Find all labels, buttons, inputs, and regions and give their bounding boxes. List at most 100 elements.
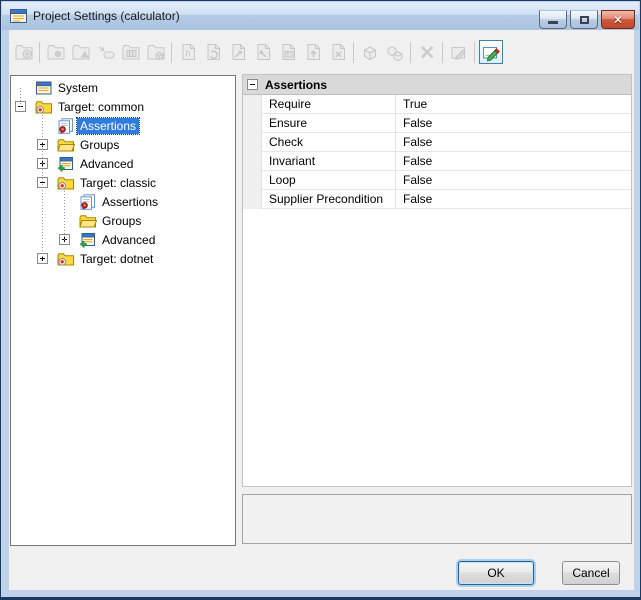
system-icon — [35, 80, 53, 96]
advanced-icon — [79, 232, 97, 248]
collapse-section-icon[interactable] — [247, 79, 258, 90]
toolbar-separator — [474, 42, 475, 63]
new-assembly-button — [94, 40, 118, 64]
tree-item-label: Target: classic — [77, 175, 159, 191]
ok-button[interactable]: OK — [458, 561, 534, 585]
add-external-include-button: h — [176, 40, 200, 64]
add-external-object-icon — [227, 41, 249, 63]
property-row-gutter — [243, 95, 262, 114]
tree-item-label: Groups — [77, 137, 122, 153]
project-settings-dialog: Project Settings (calculator) ✕ h System… — [0, 0, 641, 600]
add-external-cflag-button — [201, 40, 225, 64]
add-external-cflag-icon — [202, 41, 224, 63]
settings-toolbar: h — [11, 39, 503, 65]
property-value[interactable]: False — [396, 152, 631, 171]
add-pre-compilation-task-button — [358, 40, 382, 64]
tree-item-label: Target: dotnet — [77, 251, 156, 267]
tree-item-groups[interactable]: Groups — [11, 211, 235, 230]
add-external-library-icon — [252, 41, 274, 63]
property-row-ensure: EnsureFalse — [243, 114, 631, 133]
remove-item-icon — [416, 41, 438, 63]
tree-item-target-dotnet[interactable]: Target: dotnet — [11, 249, 235, 268]
property-value[interactable]: False — [396, 133, 631, 152]
property-row-gutter — [243, 190, 262, 209]
tree-item-assertions[interactable]: Assertions — [11, 192, 235, 211]
property-value[interactable]: False — [396, 190, 631, 209]
maximize-button[interactable] — [570, 10, 598, 29]
tree-connector-line — [64, 191, 65, 240]
new-target-icon — [45, 41, 67, 63]
add-external-resource-button — [276, 40, 300, 64]
title-bar[interactable]: Project Settings (calculator) ✕ — [2, 2, 639, 30]
property-section-title: Assertions — [265, 78, 327, 92]
tree-connector-line — [42, 115, 43, 259]
property-value[interactable]: True — [396, 95, 631, 114]
edit-settings-icon — [448, 41, 470, 63]
window-frame-bottom — [1, 597, 640, 599]
window-title: Project Settings (calculator) — [33, 9, 180, 23]
new-assembly-icon — [95, 41, 117, 63]
new-target-button — [44, 40, 68, 64]
cancel-button[interactable]: Cancel — [562, 561, 620, 585]
target-icon — [57, 251, 75, 267]
tree-item-assertions[interactable]: Assertions — [11, 116, 235, 135]
tree-item-label: Groups — [99, 213, 144, 229]
tree-item-label: Advanced — [99, 232, 158, 248]
window-controls: ✕ — [536, 10, 635, 29]
property-row-gutter — [243, 171, 262, 190]
new-library-button — [119, 40, 143, 64]
svg-text:h: h — [185, 49, 190, 59]
assertions-icon — [57, 118, 75, 134]
property-section-header[interactable]: Assertions — [243, 75, 631, 95]
tree-item-system[interactable]: System — [11, 78, 235, 97]
toolbar-separator — [442, 42, 443, 63]
close-button[interactable]: ✕ — [601, 10, 635, 29]
add-external-include-icon: h — [177, 41, 199, 63]
property-row-require: RequireTrue — [243, 95, 631, 114]
property-row-check: CheckFalse — [243, 133, 631, 152]
new-cluster-icon — [70, 41, 92, 63]
tree-connector-line — [20, 88, 21, 107]
add-external-make-icon — [327, 41, 349, 63]
tree-item-groups[interactable]: Groups — [11, 135, 235, 154]
minimize-button[interactable] — [539, 10, 567, 29]
toggle-text-editing-button[interactable] — [479, 40, 503, 64]
property-value[interactable]: False — [396, 171, 631, 190]
add-external-resource-icon — [277, 41, 299, 63]
property-row-supplier-precondition: Supplier PreconditionFalse — [243, 190, 631, 209]
new-library-icon — [120, 41, 142, 63]
add-external-make-button — [326, 40, 350, 64]
property-value[interactable]: False — [396, 114, 631, 133]
project-settings-icon — [10, 8, 27, 24]
tree-item-advanced[interactable]: Advanced — [11, 154, 235, 173]
tree-item-advanced[interactable]: Advanced — [11, 230, 235, 249]
property-name: Loop — [262, 171, 396, 190]
toolbar-separator — [171, 42, 172, 63]
minimize-icon — [548, 21, 558, 24]
add-external-object-button — [226, 40, 250, 64]
new-precompile-icon — [145, 41, 167, 63]
add-external-linker-flag-button — [301, 40, 325, 64]
target-icon — [57, 175, 75, 191]
add-external-linker-flag-icon — [302, 41, 324, 63]
edit-settings-button — [447, 40, 471, 64]
setting-description-box — [242, 494, 632, 544]
property-rows: RequireTrueEnsureFalseCheckFalseInvarian… — [243, 95, 631, 209]
tree-item-target-common[interactable]: Target: common — [11, 97, 235, 116]
remove-item-button — [415, 40, 439, 64]
settings-tree[interactable]: SystemTarget: commonAssertionsGroupsAdva… — [10, 75, 236, 546]
toolbar-separator — [410, 42, 411, 63]
new-precompile-button — [144, 40, 168, 64]
property-grid: Assertions RequireTrueEnsureFalseCheckFa… — [242, 74, 632, 487]
add-post-compilation-task-icon — [384, 41, 406, 63]
maximize-icon — [580, 16, 589, 24]
toggle-text-editing-icon — [480, 41, 502, 63]
close-icon: ✕ — [613, 14, 623, 26]
tree-item-target-classic[interactable]: Target: classic — [11, 173, 235, 192]
toolbar-separator — [39, 42, 40, 63]
tree-item-label: Advanced — [77, 156, 136, 172]
advanced-icon — [57, 156, 75, 172]
folder-icon — [57, 137, 75, 153]
settings-tree-inner: SystemTarget: commonAssertionsGroupsAdva… — [11, 76, 235, 268]
assertions-icon — [79, 194, 97, 210]
